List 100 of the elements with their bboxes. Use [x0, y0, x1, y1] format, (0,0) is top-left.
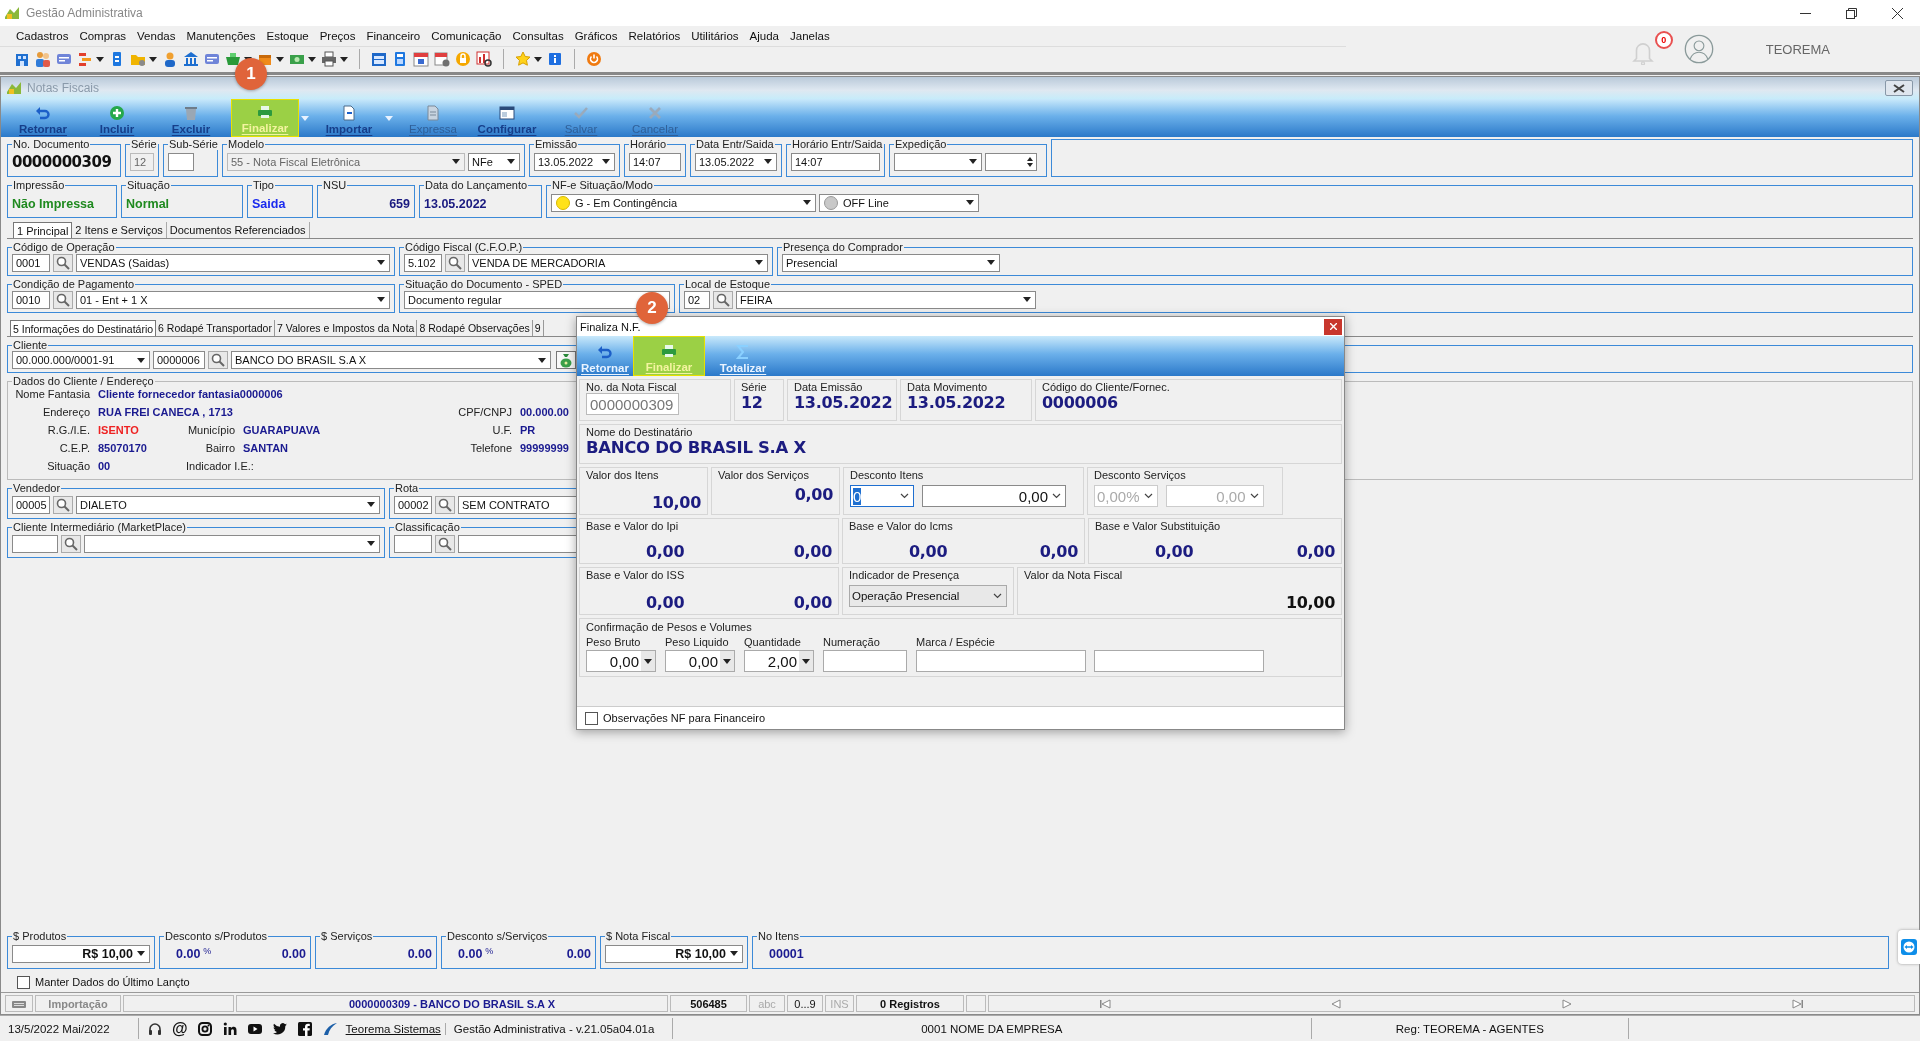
dropdown[interactable]: 0,00 [665, 650, 735, 672]
search-button[interactable] [435, 495, 455, 514]
search-button[interactable] [208, 351, 228, 369]
text-field[interactable]: 0001 [12, 253, 50, 272]
calendar-icon[interactable] [413, 51, 429, 68]
list-icon[interactable] [77, 51, 93, 68]
menu-item[interactable]: Gráficos [574, 29, 618, 42]
tab[interactable]: 1 Principal [13, 222, 73, 238]
dropdown[interactable]: 00.000.000/0001-91 [12, 351, 150, 369]
search-button[interactable] [435, 534, 455, 553]
tab[interactable]: 8 Rodapé Observações [417, 320, 533, 336]
close-button[interactable] [1324, 318, 1342, 335]
user-avatar-icon[interactable] [1683, 34, 1714, 64]
remote-support-button[interactable] [1898, 930, 1920, 964]
basket-icon[interactable] [225, 51, 241, 68]
dropdown[interactable]: VENDA DE MERCADORIA [468, 253, 768, 272]
chart-icon[interactable] [476, 51, 492, 68]
info-icon[interactable] [547, 51, 563, 68]
menu-item[interactable]: Compras [79, 29, 127, 42]
dropdown[interactable]: OFF Line [819, 193, 979, 212]
money-bag-button[interactable] [556, 351, 576, 369]
dropdown[interactable]: Operação Presencial [849, 585, 1007, 607]
swoosh-logo-icon[interactable] [321, 1020, 338, 1037]
menu-item[interactable]: Utilitários [691, 29, 739, 42]
dropdown[interactable]: 55 - Nota Fiscal Eletrônica [227, 152, 465, 171]
text-field[interactable] [168, 152, 194, 171]
calculator-icon[interactable] [392, 51, 408, 68]
dropdown[interactable]: 2,00 [744, 650, 814, 672]
dropdown[interactable]: R$ 10,00 [605, 944, 743, 963]
text-field[interactable]: 00005 [12, 495, 50, 514]
text-field[interactable]: 02 [684, 290, 710, 309]
text-field[interactable]: 5.102 [404, 253, 442, 272]
dropdown[interactable]: VENDAS (Saidas) [76, 253, 390, 272]
menu-item[interactable]: Financeiro [366, 29, 421, 42]
dropdown[interactable] [894, 152, 982, 171]
tab[interactable]: 6 Rodapé Transportador [156, 320, 275, 336]
linkedin-icon[interactable] [221, 1020, 238, 1037]
menu-item[interactable]: Comunicação [431, 29, 502, 42]
dropdown[interactable]: DIALETO [76, 495, 380, 514]
building-icon[interactable] [14, 51, 30, 68]
tab[interactable]: 2 Itens e Serviços [72, 222, 167, 238]
dropdown[interactable]: NFe [468, 152, 520, 171]
calendar-icon[interactable] [371, 51, 387, 68]
menu-item[interactable]: Manutenções [186, 29, 256, 42]
caret-icon[interactable] [301, 115, 309, 121]
search-button[interactable] [713, 290, 733, 309]
caret-icon[interactable] [385, 115, 393, 121]
tab[interactable]: 7 Valores e Impostos da Nota [274, 320, 418, 336]
people-icon[interactable] [35, 51, 51, 68]
menu-item[interactable]: Cadastros [16, 29, 69, 42]
text-field[interactable] [394, 534, 432, 553]
dropdown[interactable]: 01 - Ent + 1 X [76, 290, 390, 309]
text-field[interactable]: 12 [130, 152, 154, 171]
text-field[interactable]: 0010 [12, 290, 50, 309]
text-field[interactable]: 14:07 [791, 152, 880, 171]
bank-icon[interactable] [183, 51, 199, 68]
printer-icon[interactable] [321, 51, 337, 68]
dropdown[interactable]: FEIRA [736, 290, 1036, 309]
search-button[interactable] [53, 290, 73, 309]
text-field[interactable]: 0000006 [153, 351, 205, 369]
text-field[interactable] [1094, 650, 1264, 672]
dropdown[interactable]: 0,00 [586, 650, 656, 672]
dropdown[interactable]: BANCO DO BRASIL S.A X [231, 351, 551, 369]
facebook-icon[interactable] [296, 1020, 313, 1037]
power-icon[interactable] [586, 51, 602, 68]
dropdown[interactable]: 13.05.2022 [534, 152, 615, 171]
dropdown[interactable]: Presencial [782, 253, 1000, 272]
tab[interactable]: Documentos Referenciados [166, 222, 310, 238]
menu-item[interactable]: Janelas [790, 29, 830, 42]
dropdown[interactable]: R$ 10,00 [12, 944, 150, 963]
close-button[interactable] [1885, 80, 1913, 96]
checkbox[interactable]: Manter Dados do Último Lançto [7, 972, 1913, 992]
star-icon[interactable] [515, 51, 531, 68]
checkbox[interactable]: Observações NF para Financeiro [577, 706, 1344, 729]
dropdown[interactable]: 13.05.2022 [695, 152, 777, 171]
dropdown[interactable]: 0,00 [922, 485, 1066, 507]
search-button[interactable] [61, 534, 81, 553]
dropdown[interactable]: G - Em Contingência [551, 193, 816, 212]
text-field[interactable]: 0000000309 [586, 393, 679, 415]
search-button[interactable] [445, 253, 465, 272]
text-field[interactable] [823, 650, 907, 672]
spin-field[interactable] [985, 152, 1037, 171]
calendar-icon[interactable] [434, 51, 450, 68]
dropdown[interactable]: 0 [850, 485, 914, 507]
search-button[interactable] [53, 495, 73, 514]
text-field[interactable]: 14:07 [629, 152, 681, 171]
tab[interactable]: 5 Informações do Destinatário [10, 320, 157, 336]
menu-item[interactable]: Estoque [266, 29, 309, 42]
person-icon[interactable] [162, 51, 178, 68]
twitter-icon[interactable] [271, 1020, 288, 1037]
search-button[interactable] [53, 253, 73, 272]
dropdown[interactable] [84, 534, 380, 553]
instagram-icon[interactable] [196, 1020, 213, 1037]
menu-item[interactable]: Vendas [137, 29, 176, 42]
text-field[interactable] [916, 650, 1086, 672]
text-field[interactable] [12, 534, 58, 553]
website-link[interactable]: Teorema Sistemas [345, 1022, 446, 1035]
text-field[interactable]: 00002 [394, 495, 432, 514]
menu-item[interactable]: Preços [319, 29, 356, 42]
menu-item[interactable]: Relatórios [628, 29, 681, 42]
